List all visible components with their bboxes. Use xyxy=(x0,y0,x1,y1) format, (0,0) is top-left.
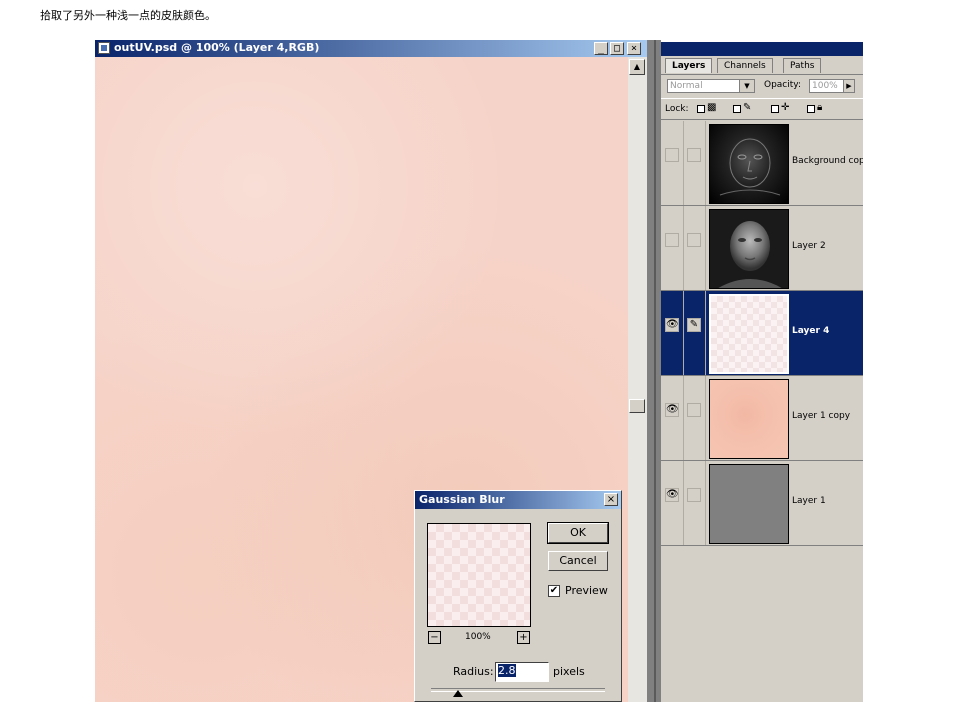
palette-title-bar[interactable] xyxy=(661,42,863,56)
divider xyxy=(683,206,684,290)
dialog-title: Gaussian Blur xyxy=(419,493,505,506)
zoom-out-button[interactable]: − xyxy=(428,631,441,644)
lock-all-checkbox[interactable] xyxy=(807,105,815,113)
link-toggle[interactable] xyxy=(687,403,701,417)
transparency-icon: ▩ xyxy=(707,102,717,113)
layer-thumbnail xyxy=(709,464,789,544)
tab-paths[interactable]: Paths xyxy=(783,58,822,73)
scroll-thumb[interactable] xyxy=(629,399,645,413)
blend-mode-value: Normal xyxy=(670,81,703,91)
divider xyxy=(705,461,706,545)
layer-name[interactable]: Layer 4 xyxy=(792,326,829,336)
opacity-field[interactable]: 100% ▶ xyxy=(809,79,855,93)
layer-row[interactable]: 👁︎ Layer 1 xyxy=(661,461,863,546)
document-title: outUV.psd @ 100% (Layer 4,RGB) xyxy=(114,41,320,54)
layers-palette: Layers Channels Paths Normal ▼ Opacity: … xyxy=(661,42,863,702)
divider xyxy=(683,461,684,545)
document-title-bar[interactable]: outUV.psd @ 100% (Layer 4,RGB) _ □ × xyxy=(95,40,647,57)
eye-icon[interactable]: 👁︎ xyxy=(665,318,679,332)
move-icon: ✛ xyxy=(781,102,790,113)
radius-label: Radius: xyxy=(453,665,494,678)
preview-label[interactable]: Preview xyxy=(565,584,608,597)
opacity-label: Opacity: xyxy=(764,80,801,90)
layer-row[interactable]: Background copy xyxy=(661,121,863,206)
chevron-down-icon: ▼ xyxy=(739,80,754,92)
link-toggle[interactable] xyxy=(687,233,701,247)
face-icon xyxy=(718,221,782,288)
dialog-title-bar[interactable]: Gaussian Blur × xyxy=(415,491,621,509)
paintbrush-icon[interactable]: ✎ xyxy=(687,318,701,332)
divider xyxy=(705,206,706,290)
close-button[interactable]: × xyxy=(627,42,641,55)
layer-thumbnail xyxy=(709,379,789,459)
slider-thumb[interactable] xyxy=(453,690,463,697)
filter-preview[interactable] xyxy=(427,523,531,627)
divider xyxy=(705,121,706,205)
close-icon[interactable]: × xyxy=(604,493,618,506)
tab-channels[interactable]: Channels xyxy=(717,58,773,73)
maximize-button[interactable]: □ xyxy=(610,42,624,55)
divider xyxy=(705,376,706,460)
document-icon xyxy=(98,42,110,54)
face-edges-icon xyxy=(719,138,781,196)
lock-position-checkbox[interactable] xyxy=(771,105,779,113)
layer-row-selected[interactable]: 👁︎ ✎ Layer 4 xyxy=(661,291,863,376)
caption-text: 拾取了另外一种浅一点的皮肤颜色。 xyxy=(40,9,216,22)
layer-thumbnail xyxy=(709,124,789,204)
minimize-button[interactable]: _ xyxy=(594,42,608,55)
zoom-in-button[interactable]: + xyxy=(517,631,530,644)
lock-row: Lock: ▩ ✎ ✛ 🔒︎ xyxy=(661,98,863,120)
visibility-toggle[interactable] xyxy=(665,148,679,162)
layer-name[interactable]: Layer 2 xyxy=(792,241,826,251)
opacity-value: 100% xyxy=(812,81,838,91)
gaussian-blur-dialog: Gaussian Blur × − 100% + OK Cancel ✔ Pre… xyxy=(414,490,622,702)
visibility-toggle[interactable] xyxy=(665,233,679,247)
vertical-scrollbar[interactable]: ▲ xyxy=(628,57,647,702)
layer-thumbnail xyxy=(709,294,789,374)
eye-icon[interactable]: 👁︎ xyxy=(665,488,679,502)
unit-label: pixels xyxy=(553,665,585,678)
divider xyxy=(683,291,684,375)
scroll-up-arrow-icon[interactable]: ▲ xyxy=(629,59,645,75)
zoom-level: 100% xyxy=(465,632,491,642)
layer-row[interactable]: Layer 2 xyxy=(661,206,863,291)
lock-label: Lock: xyxy=(665,104,689,114)
layer-name[interactable]: Layer 1 xyxy=(792,496,826,506)
ok-button[interactable]: OK xyxy=(547,522,609,544)
radius-input[interactable]: 2.8 xyxy=(495,662,549,682)
link-toggle[interactable] xyxy=(687,488,701,502)
lock-transparency-checkbox[interactable] xyxy=(697,105,705,113)
preview-checkbox[interactable]: ✔ xyxy=(548,585,560,597)
link-toggle[interactable] xyxy=(687,148,701,162)
divider xyxy=(683,376,684,460)
layer-row[interactable]: 👁︎ Layer 1 copy xyxy=(661,376,863,461)
divider xyxy=(705,291,706,375)
palette-tabs: Layers Channels Paths xyxy=(661,56,863,75)
layer-thumbnail xyxy=(709,209,789,289)
tab-layers[interactable]: Layers xyxy=(665,58,713,73)
divider xyxy=(654,40,656,702)
radius-value: 2.8 xyxy=(498,664,516,677)
layer-name[interactable]: Background copy xyxy=(792,156,863,166)
blend-mode-select[interactable]: Normal ▼ xyxy=(667,79,755,93)
chevron-right-icon: ▶ xyxy=(843,80,854,92)
lock-icon: 🔒︎ xyxy=(817,102,823,113)
lock-image-checkbox[interactable] xyxy=(733,105,741,113)
brush-icon: ✎ xyxy=(743,102,752,113)
divider xyxy=(683,121,684,205)
layer-name[interactable]: Layer 1 copy xyxy=(792,411,850,421)
cancel-button[interactable]: Cancel xyxy=(548,551,608,571)
eye-icon[interactable]: 👁︎ xyxy=(665,403,679,417)
